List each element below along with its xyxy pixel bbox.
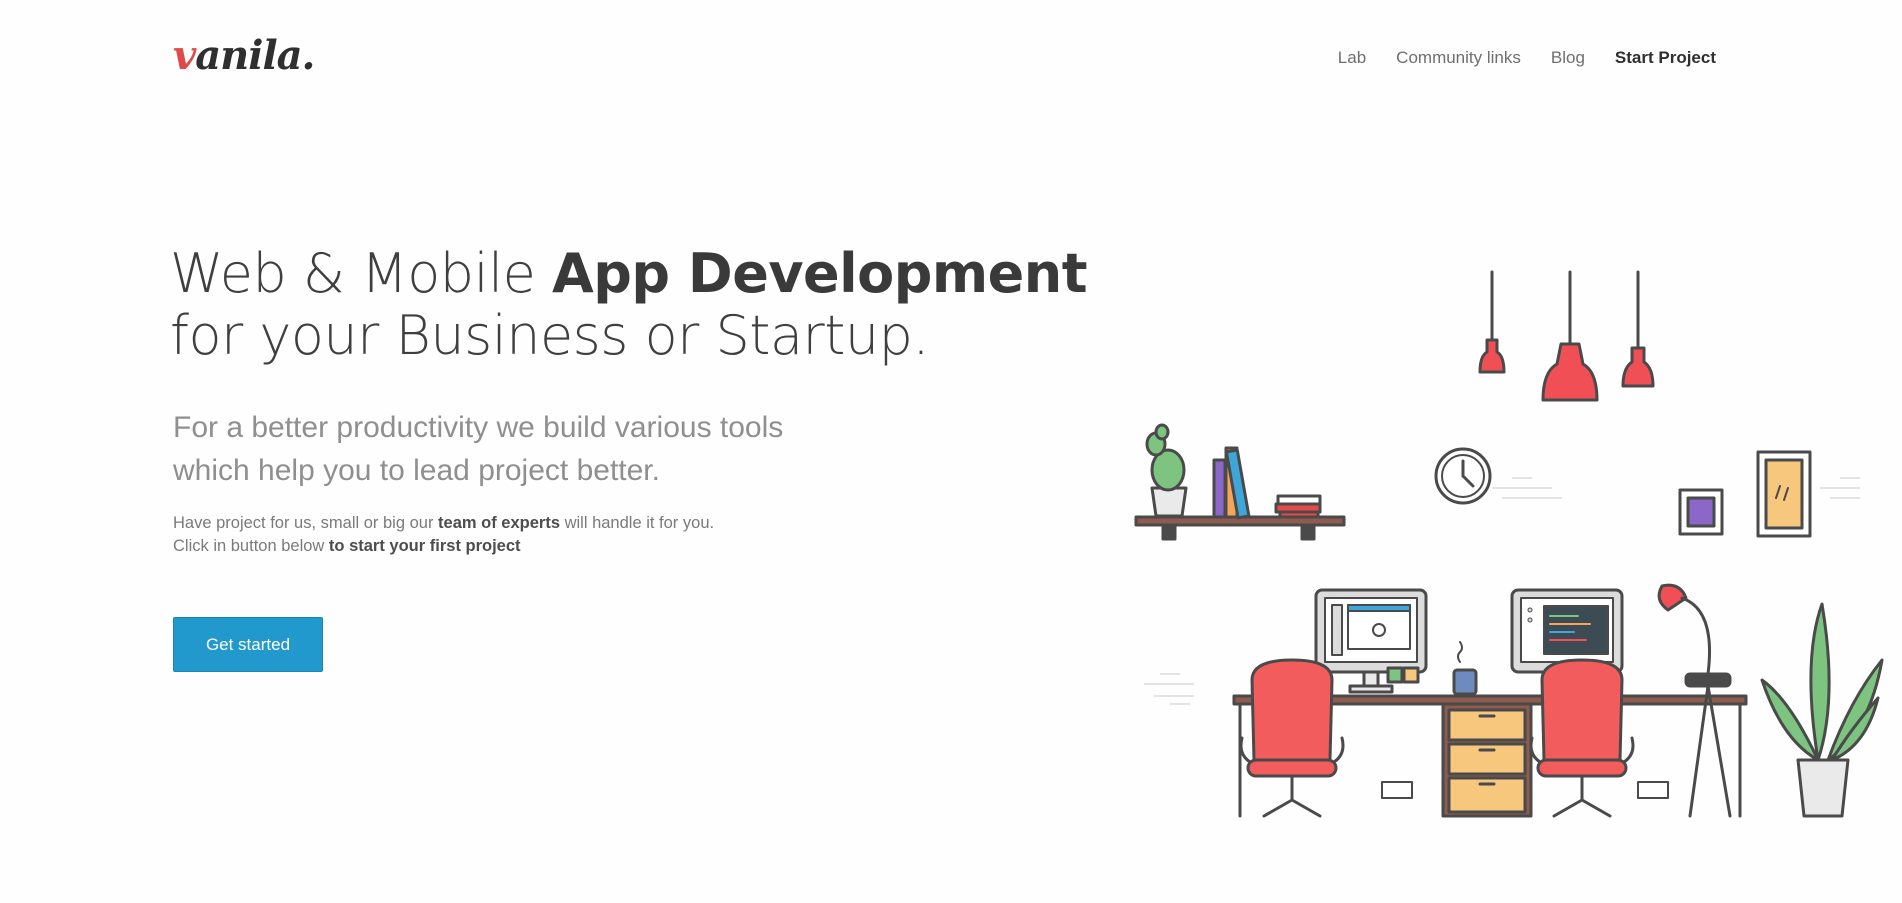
clock-icon [1434, 447, 1492, 505]
body-text-1b: team of experts [438, 514, 560, 532]
outlet-icon [1637, 781, 1669, 799]
logo-initial: v [173, 32, 196, 79]
body-text-1c: will handle it for you. [560, 514, 715, 532]
chair-right-icon [1529, 658, 1635, 818]
sticky-note-icon [1402, 666, 1420, 684]
hero-subtitle-line-2: which help you to lead project better. [173, 454, 660, 487]
nav-blog[interactable]: Blog [1551, 48, 1585, 68]
hero-body: Have project for us, small or big our te… [173, 512, 873, 558]
hero-title-bold: App Development [551, 242, 1088, 305]
plant-icon [1760, 602, 1884, 818]
sticky-note-icon [1386, 666, 1404, 684]
frame-large-icon [1756, 450, 1812, 538]
body-text-2b: to start your first project [328, 537, 521, 555]
hero-title: Web & Mobile App Development for your Bu… [170, 242, 1088, 367]
chair-left-icon [1239, 658, 1345, 818]
pendant-lamps-icon [1478, 270, 1655, 402]
nav-lab[interactable]: Lab [1338, 48, 1366, 68]
hero-title-light: Web & Mobile [170, 242, 552, 305]
main-nav: Lab Community links Blog Start Project [1338, 48, 1716, 68]
hero-title-line-2: for your Business or Startup. [170, 304, 930, 367]
nav-community-links[interactable]: Community links [1396, 48, 1521, 68]
hero-subtitle-line-1: For a better productivity we build vario… [173, 411, 784, 444]
get-started-button[interactable]: Get started [173, 617, 323, 672]
office-illustration [1134, 270, 1884, 818]
coffee-mug-icon [1452, 641, 1478, 696]
body-text-1a: Have project for us, small or big our [173, 514, 439, 532]
body-text-2a: Click in button below [173, 537, 329, 555]
logo[interactable]: vanila. [173, 32, 315, 79]
shelf-icon [1134, 423, 1346, 541]
frame-small-icon [1678, 488, 1724, 536]
logo-text: anila. [195, 32, 315, 79]
nav-start-project[interactable]: Start Project [1615, 48, 1716, 68]
hero-subtitle: For a better productivity we build vario… [173, 406, 873, 492]
brick-decoration-icon [1144, 477, 1860, 705]
outlet-icon [1381, 781, 1413, 799]
